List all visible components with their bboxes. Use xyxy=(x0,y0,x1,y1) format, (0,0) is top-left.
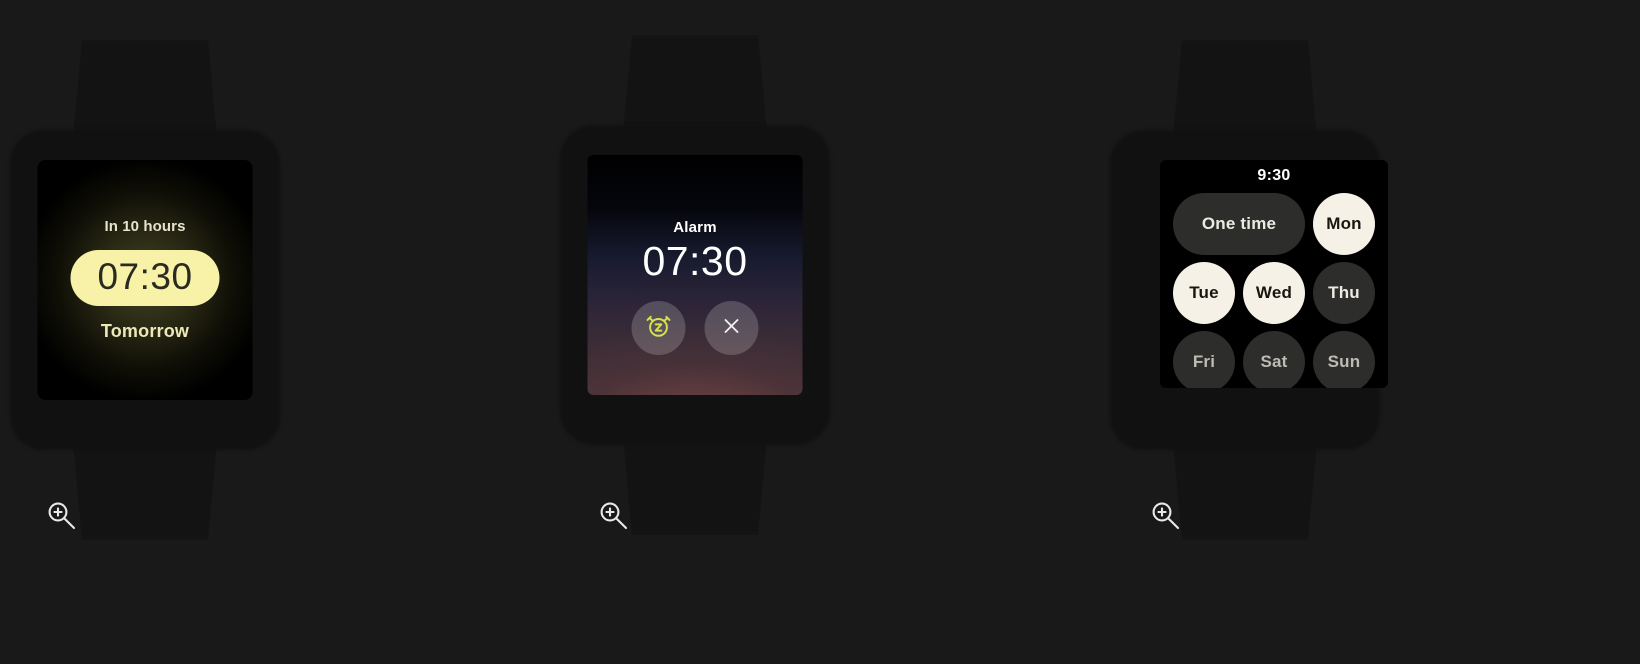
alarm-title: Alarm xyxy=(673,218,717,236)
alarm-actions xyxy=(631,301,759,356)
day-chip-tue[interactable]: Tue xyxy=(1173,262,1235,324)
zoom-in-icon-3[interactable] xyxy=(1148,498,1182,532)
day-chip-thu[interactable]: Thu xyxy=(1313,262,1375,324)
watch-screen[interactable]: 9:30 One time Mon Tue Wed Thu Fri Sat Sun xyxy=(1160,160,1388,388)
watch-screen[interactable]: In 10 hours 07:30 Tomorrow xyxy=(37,160,253,400)
watch-alarm-ringing: Alarm 07:30 xyxy=(560,35,830,535)
day-chip-sat[interactable]: Sat xyxy=(1243,331,1305,388)
alarm-snooze-icon xyxy=(645,312,673,345)
zoom-in-icon-2[interactable] xyxy=(596,498,630,532)
day-chip-grid: One time Mon Tue Wed Thu Fri Sat Sun xyxy=(1160,193,1388,388)
watch-screen[interactable]: Alarm 07:30 xyxy=(587,155,803,395)
day-chip-fri[interactable]: Fri xyxy=(1173,331,1235,388)
day-chip-one-time[interactable]: One time xyxy=(1173,193,1305,255)
zoom-in-icon-1[interactable] xyxy=(44,498,78,532)
watch-repeat-day-picker: 9:30 One time Mon Tue Wed Thu Fri Sat Sun xyxy=(1110,40,1388,540)
status-clock: 9:30 xyxy=(1257,167,1291,184)
close-icon xyxy=(720,314,744,343)
alarm-day-label: Tomorrow xyxy=(100,321,190,341)
alarm-time-pill[interactable]: 07:30 xyxy=(70,250,220,306)
day-chip-row: One time Mon xyxy=(1173,193,1375,255)
watch-upcoming-alarm: In 10 hours 07:30 Tomorrow xyxy=(10,40,280,540)
screenshot-canvas: In 10 hours 07:30 Tomorrow Alarm 07:30 9… xyxy=(0,0,1640,664)
snooze-button[interactable] xyxy=(631,301,686,356)
alarm-time: 07:30 xyxy=(642,237,748,284)
day-chip-mon[interactable]: Mon xyxy=(1313,193,1375,255)
day-chip-row: Tue Wed Thu xyxy=(1173,262,1375,324)
alarm-countdown-label: In 10 hours xyxy=(104,218,186,235)
dismiss-button[interactable] xyxy=(704,301,759,356)
day-chip-sun[interactable]: Sun xyxy=(1313,331,1375,388)
day-chip-wed[interactable]: Wed xyxy=(1243,262,1305,324)
day-chip-row: Fri Sat Sun xyxy=(1173,331,1375,388)
